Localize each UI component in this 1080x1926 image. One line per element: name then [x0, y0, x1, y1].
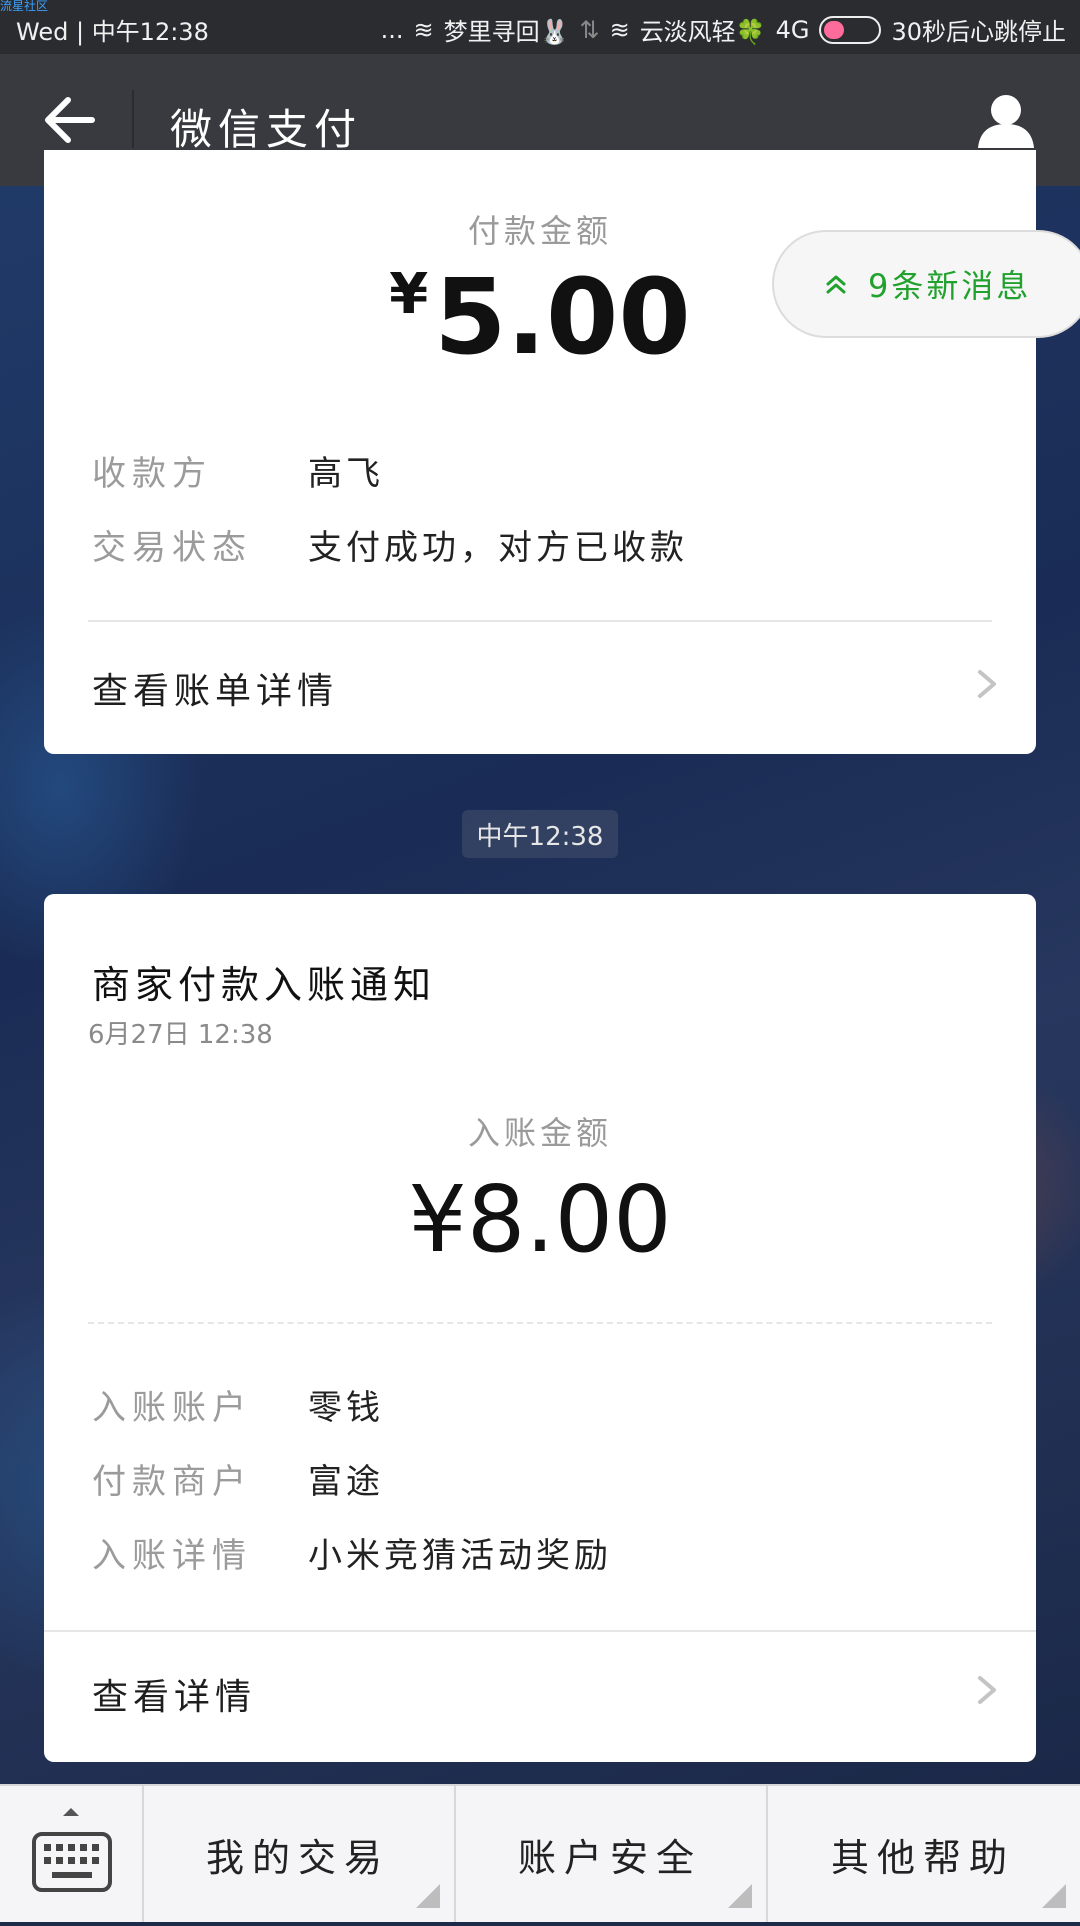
bottom-menu-bar: 我的交易 账户安全 其他帮助	[0, 1784, 1080, 1922]
page-title: 微信支付	[170, 105, 363, 154]
new-messages-button[interactable]: 9条新消息	[772, 230, 1080, 338]
dashed-divider	[88, 1322, 992, 1324]
status-time: 中午12:38	[91, 18, 209, 46]
status-day: Wed	[16, 18, 69, 46]
view-details-button[interactable]: 查看详情	[44, 1640, 1036, 1740]
row-value-payee: 高飞	[308, 454, 384, 494]
back-arrow-icon	[45, 97, 95, 143]
row-value-merchant: 富途	[308, 1462, 384, 1502]
merchant-payment-card: 商家付款入账通知 6月27日 12:38 入账金额 ¥8.00 入账账户 零钱 …	[44, 894, 1036, 1762]
row-label-account: 入账账户	[92, 1388, 252, 1428]
status-dots: ...	[380, 15, 404, 44]
network-name-2: 云淡风轻🍀	[639, 18, 766, 46]
card-date: 6月27日 12:38	[88, 1020, 273, 1050]
row-label-payee: 收款方	[92, 454, 212, 494]
card-title: 商家付款入账通知	[92, 963, 437, 1007]
currency-symbol: ¥	[389, 262, 429, 327]
status-left: Wed | 中午12:38	[16, 12, 209, 47]
keyboard-icon	[32, 1808, 112, 1892]
menu-my-transactions[interactable]: 我的交易	[142, 1786, 456, 1922]
row-value-account: 零钱	[308, 1388, 384, 1428]
battery-toggle-icon	[819, 15, 882, 44]
chevron-right-icon	[978, 670, 996, 698]
network-name-1: 梦里寻回🐰	[443, 18, 570, 46]
row-value-details: 小米竞猜活动奖励	[308, 1536, 612, 1576]
status-bar: 流星社区 Wed | 中午12:38 ... ≋ 梦里寻回🐰 ⇅ ≋ 云淡风轻🍀…	[0, 0, 1080, 54]
status-separator: |	[75, 18, 92, 46]
new-messages-label: 9条新消息	[868, 267, 1032, 305]
submenu-indicator-icon	[728, 1884, 752, 1908]
profile-button[interactable]	[976, 92, 1036, 150]
card-divider	[44, 1630, 1036, 1632]
wifi-icon-2: ≋	[609, 15, 630, 44]
submenu-indicator-icon	[416, 1884, 440, 1908]
data-arrows-icon: ⇅	[579, 15, 600, 44]
payment-amount-value: 5.00	[434, 256, 691, 378]
keyboard-toggle-button[interactable]	[0, 1786, 144, 1922]
view-details-label: 查看详情	[92, 1677, 257, 1718]
back-button[interactable]	[40, 94, 96, 146]
menu-other-help[interactable]: 其他帮助	[766, 1786, 1080, 1922]
chevron-right-icon	[978, 1676, 996, 1704]
status-toggle-text: 30秒后心跳停止	[891, 18, 1066, 46]
row-value-status: 支付成功，对方已收款	[308, 528, 688, 568]
view-bill-details-label: 查看账单详情	[92, 671, 339, 712]
menu-label: 账户安全	[517, 1835, 702, 1880]
view-bill-details-button[interactable]: 查看账单详情	[44, 634, 1036, 734]
submenu-indicator-icon	[1042, 1884, 1066, 1908]
menu-account-security[interactable]: 账户安全	[454, 1786, 768, 1922]
signal-label: 4G	[775, 15, 810, 44]
menu-label: 我的交易	[205, 1835, 390, 1880]
menu-label: 其他帮助	[830, 1835, 1015, 1880]
row-label-status: 交易状态	[92, 528, 252, 568]
person-icon	[978, 95, 1034, 148]
card-divider	[88, 620, 992, 622]
row-label-details: 入账详情	[92, 1536, 252, 1576]
message-timestamp: 中午12:38	[462, 810, 618, 858]
row-label-merchant: 付款商户	[92, 1462, 252, 1502]
credit-amount-caption: 入账金额	[467, 1114, 612, 1152]
title-divider	[132, 90, 134, 148]
double-chevron-up-icon	[826, 275, 846, 294]
wifi-icon: ≋	[413, 15, 434, 44]
status-right: ... ≋ 梦里寻回🐰 ⇅ ≋ 云淡风轻🍀 4G 30秒后心跳停止	[381, 12, 1066, 47]
credit-amount: ¥8.00	[408, 1166, 672, 1273]
